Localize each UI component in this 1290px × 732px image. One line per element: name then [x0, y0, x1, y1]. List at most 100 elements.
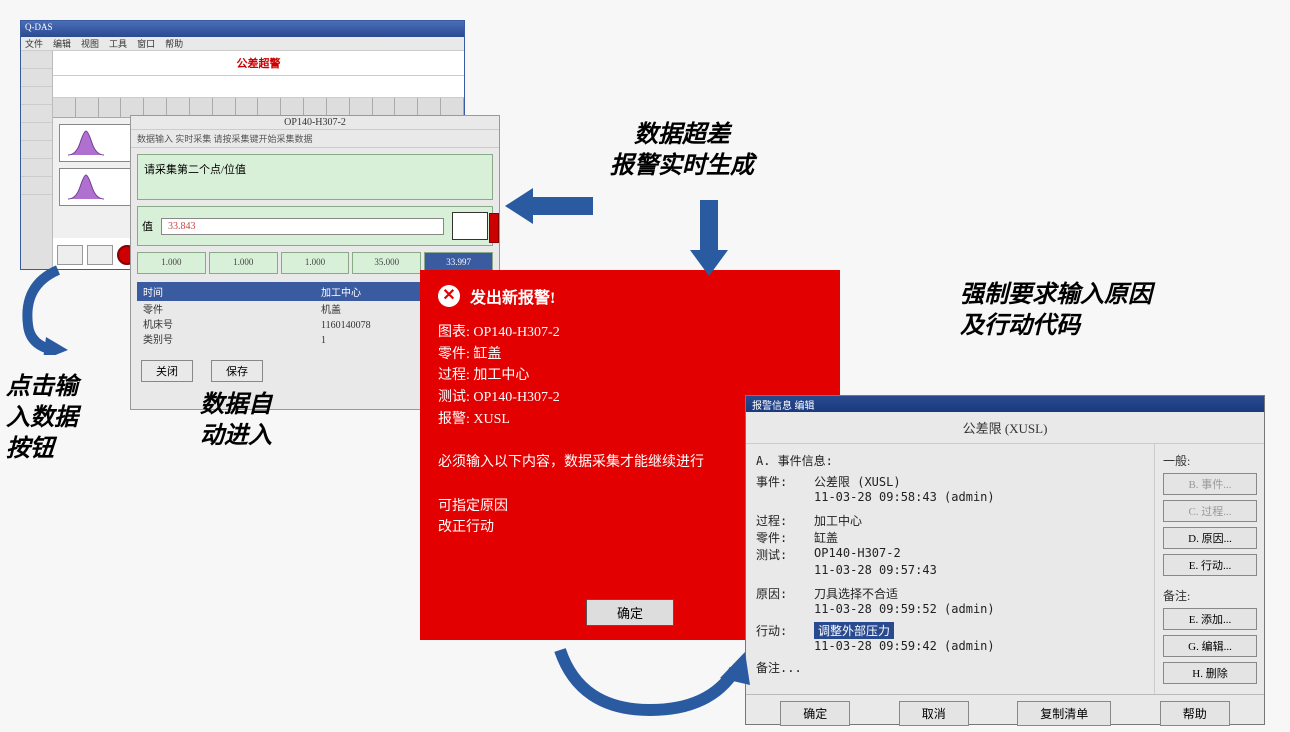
alert-title: 发出新报警!: [470, 284, 555, 308]
save-button[interactable]: 保存: [211, 360, 263, 382]
tab[interactable]: [167, 98, 190, 117]
cell: 35.000: [352, 252, 421, 274]
side-btn[interactable]: [21, 159, 52, 177]
tab[interactable]: [99, 98, 122, 117]
curve-arrow-icon: [18, 265, 78, 355]
gauge-indicator: [452, 212, 488, 240]
menu-item[interactable]: 编辑: [53, 37, 71, 50]
group-label: 备注:: [1163, 587, 1256, 604]
tolerance-dialog: 报警信息 编辑 公差限 (XUSL) A. 事件信息: 事件:公差限 (XUSL…: [745, 395, 1265, 725]
tab[interactable]: [304, 98, 327, 117]
event-button[interactable]: B. 事件...: [1163, 473, 1257, 495]
cancel-button[interactable]: 取消: [899, 701, 969, 726]
tab[interactable]: [53, 98, 76, 117]
annotation: 点击输 入数据 按钮: [6, 372, 78, 466]
tab[interactable]: [190, 98, 213, 117]
tab[interactable]: [236, 98, 259, 117]
group-label: 一般:: [1163, 452, 1256, 469]
label: 测试:: [756, 546, 814, 563]
dialog-header: 公差限 (XUSL): [746, 412, 1264, 444]
value: XUSL: [473, 412, 510, 427]
annotation: 数据超差 报警实时生成: [610, 120, 754, 182]
label: 图表:: [438, 325, 470, 340]
cell: 1.000: [209, 252, 278, 274]
tab[interactable]: [258, 98, 281, 117]
error-icon: ✕: [438, 285, 460, 307]
menu-item[interactable]: 帮助: [165, 37, 183, 50]
tab[interactable]: [281, 98, 304, 117]
delete-button[interactable]: H. 删除: [1163, 662, 1257, 684]
prompt-area: 请采集第二个点/位值: [137, 154, 493, 200]
tab[interactable]: [213, 98, 236, 117]
curve-arrow-icon: [550, 640, 750, 720]
dialog-buttons: 确定 取消 复制清单 帮助: [746, 694, 1264, 732]
cause-button[interactable]: D. 原因...: [1163, 527, 1257, 549]
toolbar-button[interactable]: [87, 245, 113, 265]
process-button[interactable]: C. 过程...: [1163, 500, 1257, 522]
side-btn[interactable]: [21, 51, 52, 69]
subtitle: 数据输入 实时采集 请按采集键开始采集数据: [131, 130, 499, 148]
input-row: 值 33.843: [137, 206, 493, 246]
value-input[interactable]: 33.843: [161, 218, 444, 235]
annotation-line: 报警实时生成: [610, 151, 754, 182]
value: 缸盖: [814, 529, 1144, 546]
timestamp: 11-03-28 09:59:52 (admin): [814, 602, 1144, 616]
label: 过程:: [438, 368, 470, 383]
copy-button[interactable]: 复制清单: [1017, 701, 1111, 726]
menu-item[interactable]: 工具: [109, 37, 127, 50]
info-labels: 零件 机床号 类别号: [137, 301, 315, 350]
value: OP140-H307-2: [473, 390, 559, 405]
annotation: 数据自 动进入: [200, 390, 272, 452]
value: 刀具选择不合适: [814, 585, 1144, 602]
info-header: 时间: [137, 282, 315, 301]
tab[interactable]: [121, 98, 144, 117]
window-title: OP140-H307-2: [131, 116, 499, 130]
side-btn[interactable]: [21, 177, 52, 195]
tab[interactable]: [144, 98, 167, 117]
label: 原因:: [756, 585, 814, 602]
cell: 1.000: [137, 252, 206, 274]
action-button[interactable]: E. 行动...: [1163, 554, 1257, 576]
menu-item[interactable]: 视图: [81, 37, 99, 50]
close-button[interactable]: 关闭: [141, 360, 193, 382]
tab[interactable]: [350, 98, 373, 117]
timestamp: 11-03-28 09:57:43: [814, 563, 1144, 577]
ok-button[interactable]: 确定: [586, 599, 674, 626]
label: 行动:: [756, 622, 814, 639]
tab[interactable]: [327, 98, 350, 117]
label: 零件:: [438, 347, 470, 362]
value: OP140-H307-2: [473, 325, 559, 340]
sidebar: [21, 51, 53, 269]
side-btn[interactable]: [21, 69, 52, 87]
action-value-highlight: 调整外部压力: [814, 622, 894, 639]
side-btn[interactable]: [21, 87, 52, 105]
ok-button[interactable]: 确定: [780, 701, 850, 726]
bell-curve-icon: [66, 173, 106, 201]
annotation-line: 及行动代码: [960, 311, 1152, 342]
label: 过程:: [756, 512, 814, 529]
label: 事件:: [756, 473, 814, 490]
edit-button[interactable]: G. 编辑...: [1163, 635, 1257, 657]
timestamp: 11-03-28 09:58:43 (admin): [814, 490, 1144, 504]
tab[interactable]: [441, 98, 464, 117]
tab[interactable]: [418, 98, 441, 117]
window-title: Q-DAS: [21, 21, 464, 37]
field-label: 值: [142, 218, 153, 234]
alert-header: 公差超警: [53, 51, 464, 76]
side-btn[interactable]: [21, 141, 52, 159]
side-btn[interactable]: [21, 105, 52, 123]
help-button[interactable]: 帮助: [1160, 701, 1230, 726]
toolbar-button[interactable]: [57, 245, 83, 265]
titlebar: 报警信息 编辑: [746, 396, 1264, 412]
tab[interactable]: [395, 98, 418, 117]
menu-item[interactable]: 文件: [25, 37, 43, 50]
menu-item[interactable]: 窗口: [137, 37, 155, 50]
tab[interactable]: [373, 98, 396, 117]
add-button[interactable]: E. 添加...: [1163, 608, 1257, 630]
arrow-down-icon: [700, 200, 718, 250]
side-btn[interactable]: [21, 123, 52, 141]
annotation-line: 数据超差: [610, 120, 754, 151]
event-info: A. 事件信息: 事件:公差限 (XUSL) 11-03-28 09:58:43…: [746, 444, 1154, 694]
value: 公差限 (XUSL): [814, 473, 1144, 490]
tab[interactable]: [76, 98, 99, 117]
